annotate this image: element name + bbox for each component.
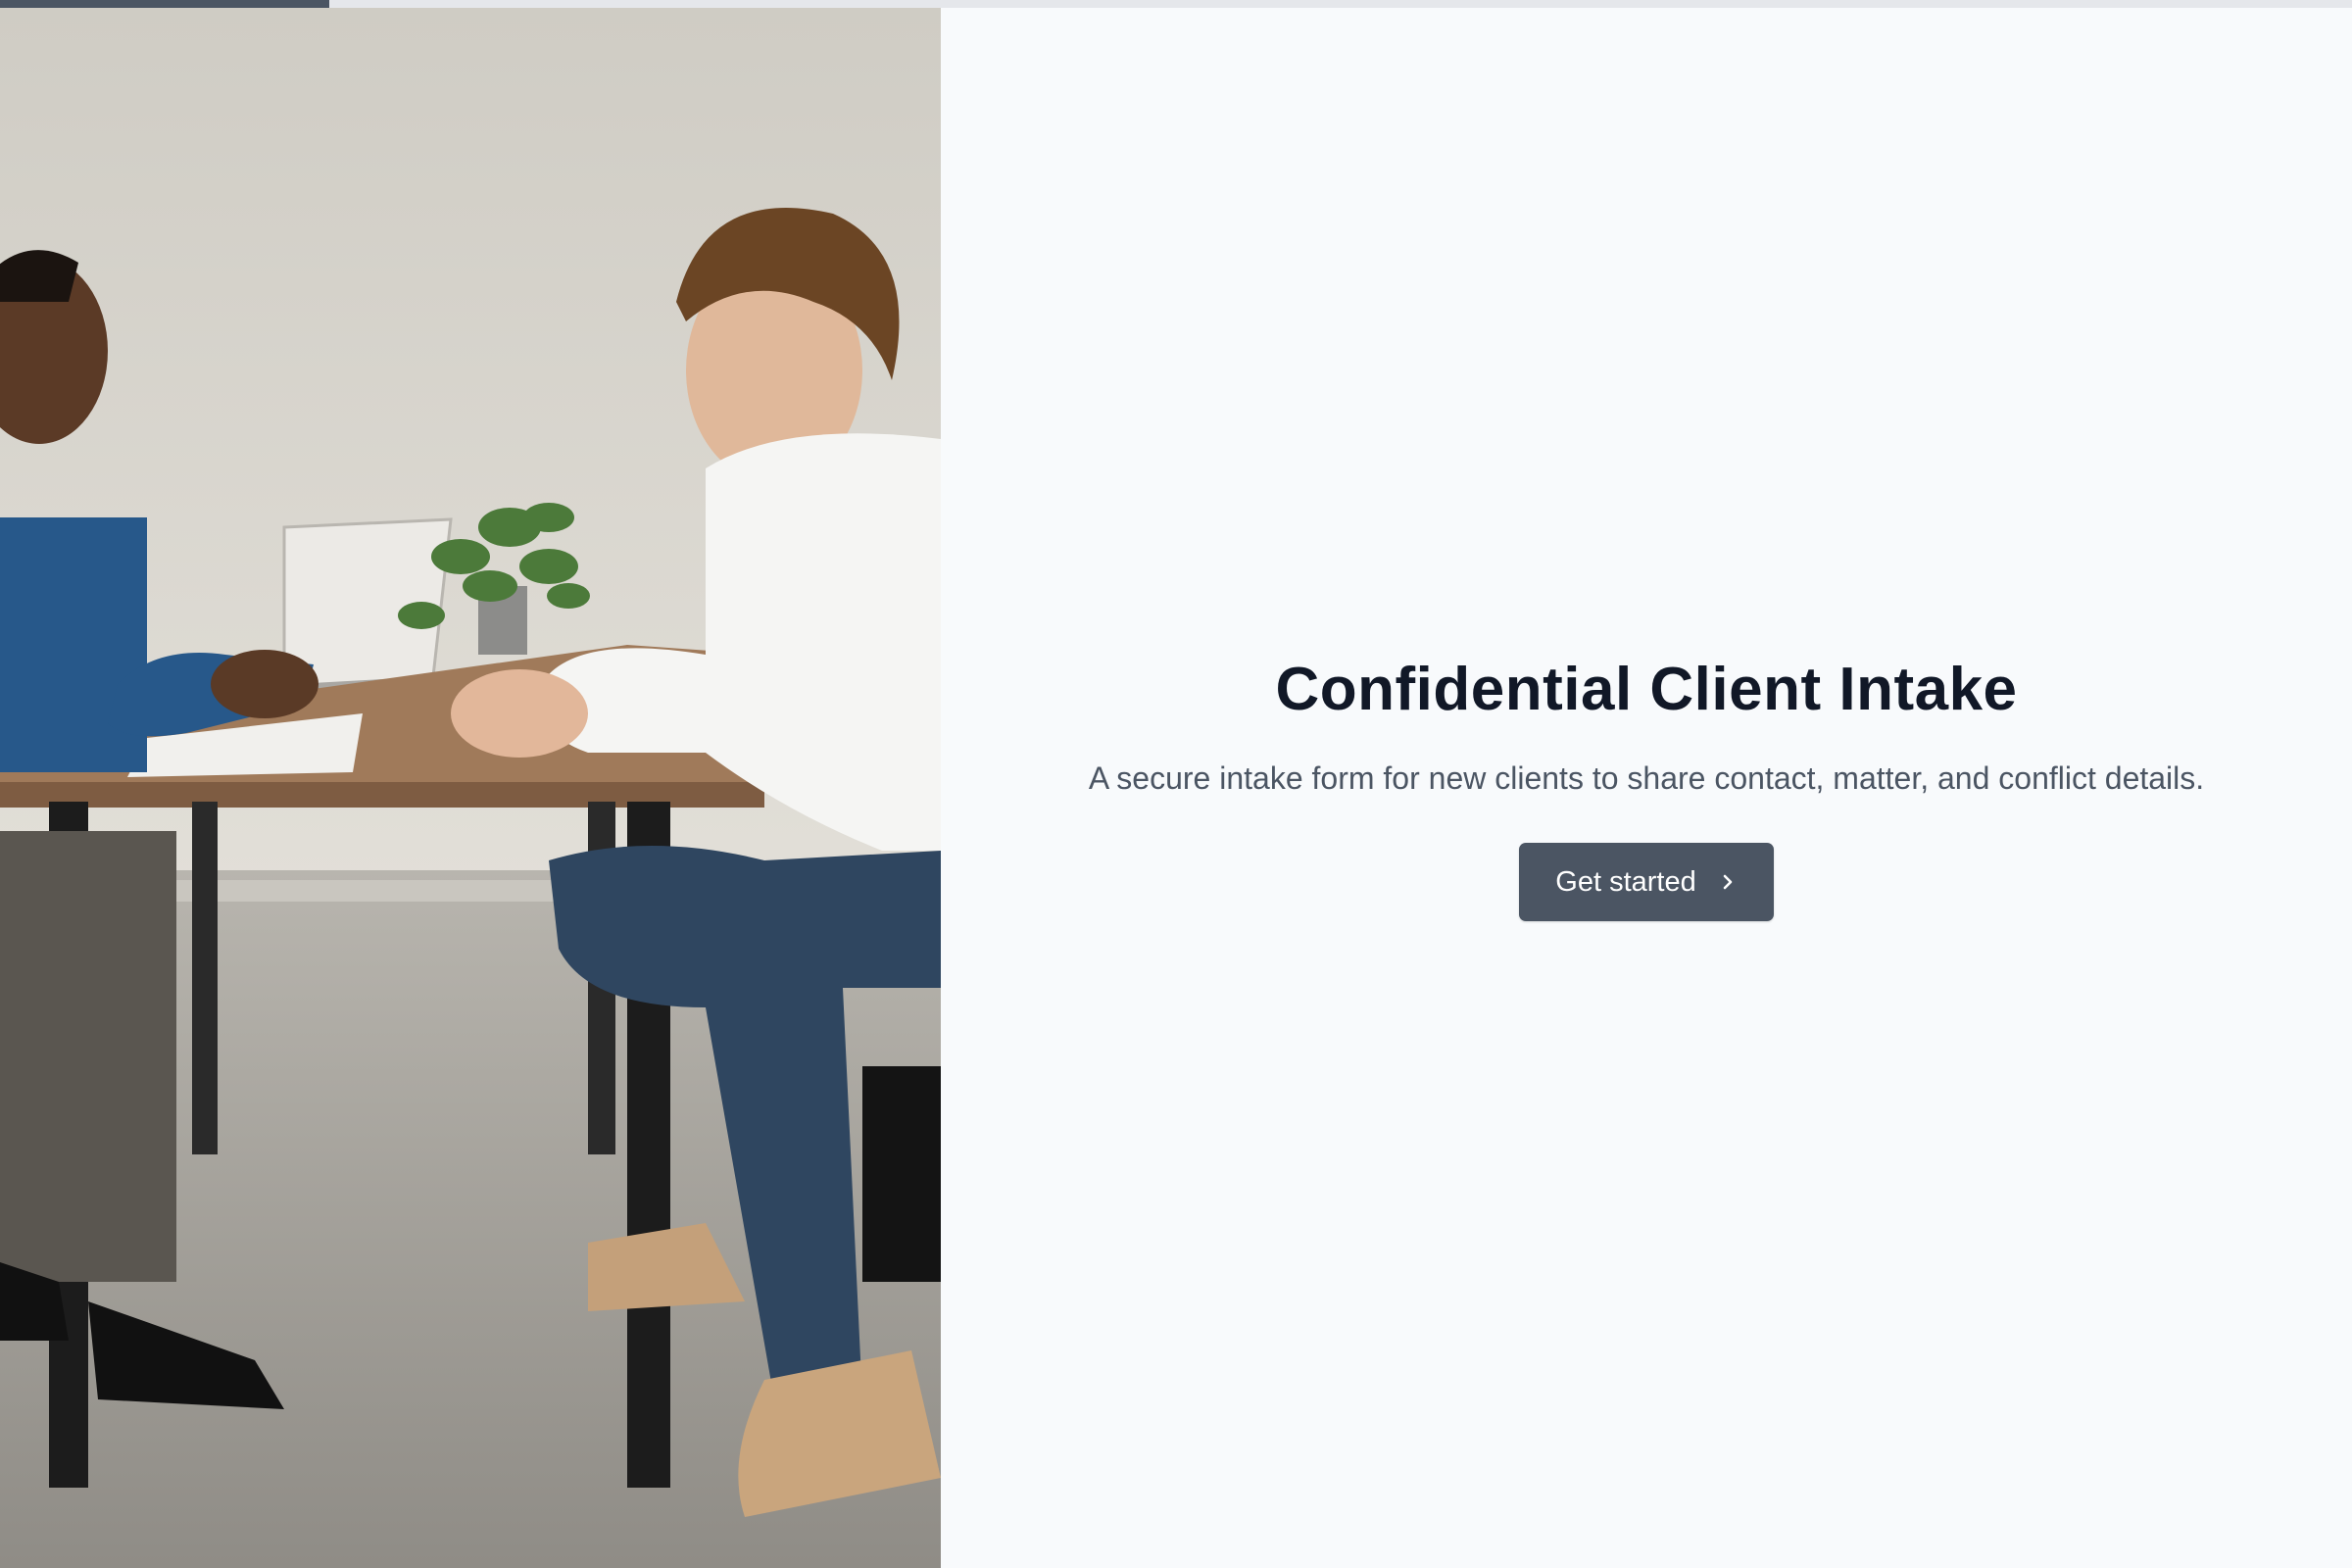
page-title: Confidential Client Intake — [1275, 656, 2018, 723]
intake-start-page: Confidential Client Intake A secure inta… — [0, 0, 2352, 1568]
page-subtitle: A secure intake form for new clients to … — [1088, 760, 2205, 796]
progress-bar-fill — [0, 0, 329, 8]
progress-bar — [0, 0, 2352, 8]
hero-photo-illustration — [0, 8, 941, 1568]
hero-photo — [0, 8, 941, 1568]
chevron-right-icon — [1718, 872, 1738, 892]
get-started-button[interactable]: Get started — [1519, 843, 1774, 921]
intro-panel: Confidential Client Intake A secure inta… — [941, 8, 2352, 1568]
get-started-label: Get started — [1555, 865, 1696, 898]
